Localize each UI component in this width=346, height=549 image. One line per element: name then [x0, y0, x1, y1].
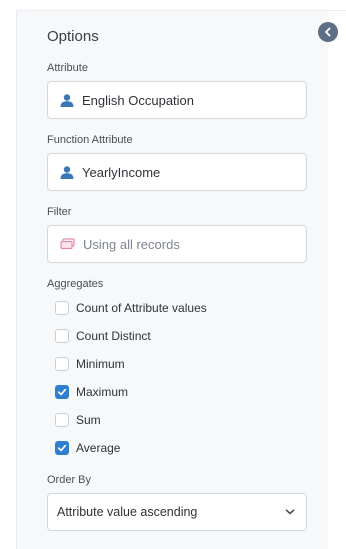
attribute-label: Attribute — [47, 62, 88, 74]
checkbox-checked[interactable] — [55, 441, 69, 455]
checkbox[interactable] — [55, 357, 69, 371]
function-attribute-label: Function Attribute — [47, 134, 133, 146]
aggregate-label: Count of Attribute values — [76, 301, 207, 315]
order-by-label: Order By — [47, 474, 92, 486]
right-area — [328, 0, 346, 549]
aggregate-sum[interactable]: Sum — [55, 411, 101, 429]
filter-field[interactable]: Using all records — [47, 225, 307, 263]
checkbox[interactable] — [55, 301, 69, 315]
chevron-left-icon — [325, 27, 331, 37]
aggregate-minimum[interactable]: Minimum — [55, 355, 125, 373]
aggregate-label: Minimum — [76, 357, 125, 371]
checkmark-icon — [57, 444, 67, 452]
checkbox[interactable] — [55, 413, 69, 427]
order-by-value: Attribute value ascending — [57, 505, 198, 519]
filter-label: Filter — [47, 206, 72, 218]
filter-value: Using all records — [83, 236, 180, 252]
attribute-field[interactable]: English Occupation — [47, 81, 307, 119]
checkbox[interactable] — [55, 329, 69, 343]
person-icon — [60, 93, 74, 107]
checkmark-icon — [57, 388, 67, 396]
top-bar — [16, 0, 346, 11]
left-strip — [0, 0, 16, 549]
aggregate-label: Maximum — [76, 385, 129, 399]
aggregate-average[interactable]: Average — [55, 439, 120, 457]
panel-title: Options — [47, 28, 99, 45]
function-attribute-field[interactable]: YearlyIncome — [47, 153, 307, 191]
attribute-value: English Occupation — [82, 92, 195, 108]
aggregate-label: Count Distinct — [76, 329, 151, 343]
person-icon — [60, 165, 74, 179]
filter-records-icon — [60, 238, 75, 250]
aggregate-count-of-attribute-values[interactable]: Count of Attribute values — [55, 299, 207, 317]
aggregate-label: Sum — [76, 413, 101, 427]
aggregates-label: Aggregates — [47, 278, 104, 290]
collapse-panel-button[interactable] — [318, 22, 338, 42]
aggregate-maximum[interactable]: Maximum — [55, 383, 128, 401]
aggregate-label: Average — [76, 441, 121, 455]
chevron-down-icon — [285, 509, 295, 515]
checkbox-checked[interactable] — [55, 385, 69, 399]
function-attribute-value: YearlyIncome — [82, 164, 161, 180]
order-by-select[interactable]: Attribute value ascending — [47, 493, 307, 531]
aggregate-count-distinct[interactable]: Count Distinct — [55, 327, 151, 345]
